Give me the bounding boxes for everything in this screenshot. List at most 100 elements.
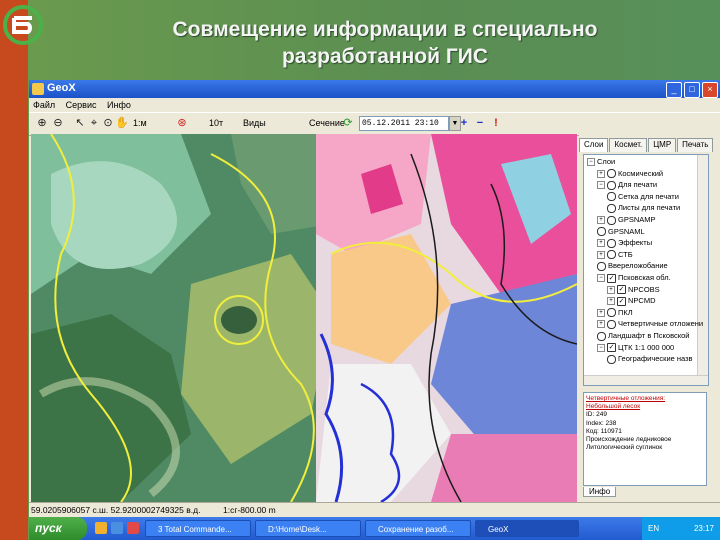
layer-radio[interactable] <box>607 192 616 202</box>
zoom-area-icon[interactable]: ⊙ <box>101 116 115 130</box>
layer-radio[interactable] <box>607 319 616 329</box>
zoom-out-icon[interactable]: ⊖ <box>51 116 65 130</box>
layer-item[interactable]: + ✓ NPCOBS <box>607 285 660 295</box>
layer-radio[interactable] <box>597 261 606 271</box>
window-titlebar[interactable]: GeoX _ □ × <box>29 80 720 98</box>
collapse-icon[interactable]: − <box>597 274 605 283</box>
layer-item[interactable]: − Слои <box>587 157 615 167</box>
layer-checkbox[interactable]: ✓ <box>617 285 626 295</box>
views-dropdown[interactable]: Виды <box>243 118 266 128</box>
layer-item[interactable]: + ПКЛ <box>597 308 633 318</box>
start-button[interactable]: пуск <box>29 517 87 540</box>
geox-window: GeoX _ □ × Файл Сервис Инфо ⊕ ⊖ ↖ ⌖ ⊙ ✋ … <box>29 80 720 517</box>
add-button[interactable]: + <box>457 116 471 130</box>
layer-item[interactable]: − Для печати <box>597 180 657 190</box>
task-save-dialog[interactable]: Сохранение разоб... <box>365 520 471 537</box>
layer-item[interactable]: + Эффекты <box>597 238 652 248</box>
expand-icon[interactable]: + <box>597 169 605 178</box>
pan-scale-label[interactable]: 1:м <box>133 118 147 128</box>
organization-logo <box>3 5 43 45</box>
layer-item[interactable]: + ✓ NPCMD <box>607 296 656 306</box>
layer-radio[interactable] <box>607 169 616 179</box>
layer-item[interactable]: + Космический <box>597 169 663 179</box>
map-canvas[interactable] <box>31 134 577 502</box>
layer-label: Псковская обл. <box>618 273 671 282</box>
layer-checkbox[interactable]: ✓ <box>607 273 616 283</box>
layer-item[interactable]: + СТБ <box>597 250 633 260</box>
zoom-in-icon[interactable]: ⊕ <box>35 116 49 130</box>
date-input[interactable]: 05.12.2011 23:10 <box>359 116 449 131</box>
collapse-icon[interactable]: − <box>597 181 605 190</box>
language-indicator[interactable]: EN <box>648 517 659 540</box>
layer-label: Ландшафт в Псковской <box>608 331 690 340</box>
layer-checkbox[interactable]: ✓ <box>617 296 626 306</box>
quick-launch-icon[interactable] <box>95 522 107 534</box>
expand-icon[interactable]: + <box>597 250 605 259</box>
refresh-icon[interactable]: ⟳ <box>341 116 355 130</box>
layer-label: NPCOBS <box>628 284 660 294</box>
layer-item[interactable]: Географические назв <box>607 354 693 364</box>
layer-item[interactable]: Ввереложобание <box>597 261 668 271</box>
layer-radio[interactable] <box>597 331 606 341</box>
select-icon[interactable]: ⌖ <box>87 116 101 130</box>
minimize-button[interactable]: _ <box>666 82 682 98</box>
maximize-button[interactable]: □ <box>684 82 700 98</box>
task-total-commander[interactable]: 3 Total Commande... <box>145 520 251 537</box>
layer-radio[interactable] <box>607 354 616 364</box>
layer-item[interactable]: GPSNAML <box>597 227 645 237</box>
menu-info[interactable]: Инфо <box>107 100 131 110</box>
layer-label: Эффекты <box>618 238 653 248</box>
status-bar: 59.0205906057 с.ш. 52.9200002749325 в.д.… <box>29 502 720 518</box>
collapse-icon[interactable]: − <box>597 343 605 352</box>
layer-radio[interactable] <box>607 215 616 225</box>
layer-item[interactable]: − ✓ ЦТК 1:1 000 000 <box>597 343 674 353</box>
tab-dem[interactable]: ЦМР <box>648 138 677 152</box>
collapse-icon[interactable]: − <box>587 158 595 167</box>
tab-info[interactable]: Инфо <box>583 487 617 497</box>
expand-icon[interactable]: + <box>607 285 615 294</box>
quick-launch-icon[interactable] <box>127 522 139 534</box>
menu-service[interactable]: Сервис <box>66 100 97 110</box>
layer-tree[interactable]: − Слои + Космический − Для печати Сетка для пе… <box>583 154 709 386</box>
layer-radio[interactable] <box>607 308 616 318</box>
expand-icon[interactable]: + <box>597 216 605 225</box>
tab-print[interactable]: Печать <box>677 138 714 152</box>
layer-checkbox[interactable]: ✓ <box>607 343 616 353</box>
task-geox[interactable]: GeoX <box>475 520 579 537</box>
layer-radio[interactable] <box>597 227 606 237</box>
tab-cosmetics[interactable]: Космет. <box>609 138 648 152</box>
panel-tabs: Слои Космет. ЦМР Печать <box>579 138 714 152</box>
remove-button[interactable]: − <box>473 116 487 130</box>
menu-file[interactable]: Файл <box>33 100 55 110</box>
thematic-zone-pink-2 <box>431 434 577 502</box>
layer-item[interactable]: Листы для печати <box>607 203 680 213</box>
expand-icon[interactable]: + <box>607 297 615 306</box>
map-view[interactable] <box>31 134 577 502</box>
layer-radio[interactable] <box>607 238 616 248</box>
tree-horizontal-scrollbar[interactable] <box>584 375 708 385</box>
layer-item[interactable]: Сетка для печати <box>607 192 679 202</box>
close-button[interactable]: × <box>702 82 718 98</box>
layer-item[interactable]: + GPSNAMP <box>597 215 656 225</box>
lock-icon[interactable]: ⊛ <box>175 116 189 130</box>
expand-icon[interactable]: + <box>597 320 605 329</box>
tree-vertical-scrollbar[interactable] <box>697 155 708 385</box>
scale-dropdown[interactable]: 10т <box>209 118 223 128</box>
info-line: Небольшой лесок <box>586 403 641 411</box>
quick-launch-icon[interactable] <box>111 522 123 534</box>
tab-layers[interactable]: Слои <box>579 138 609 152</box>
task-explorer[interactable]: D:\Home\Desk... <box>255 520 361 537</box>
layer-item[interactable]: Ландшафт в Псковской <box>597 331 689 341</box>
layer-radio[interactable] <box>607 203 616 213</box>
layer-item[interactable]: + Четвертичные отложени <box>597 319 703 329</box>
layer-radio[interactable] <box>607 180 616 190</box>
clock: 23:17 <box>693 524 714 533</box>
coordinates-readout: 59.0205906057 с.ш. 52.9200002749325 в.д. <box>31 505 201 515</box>
expand-icon[interactable]: + <box>597 308 605 317</box>
layer-item[interactable]: − ✓ Псковская обл. <box>597 273 671 283</box>
expand-icon[interactable]: + <box>597 239 605 248</box>
pointer-icon[interactable]: ↖ <box>73 116 87 130</box>
hand-pan-icon[interactable]: ✋ <box>115 116 129 130</box>
alert-button[interactable]: ! <box>489 116 503 130</box>
layer-radio[interactable] <box>607 250 616 260</box>
